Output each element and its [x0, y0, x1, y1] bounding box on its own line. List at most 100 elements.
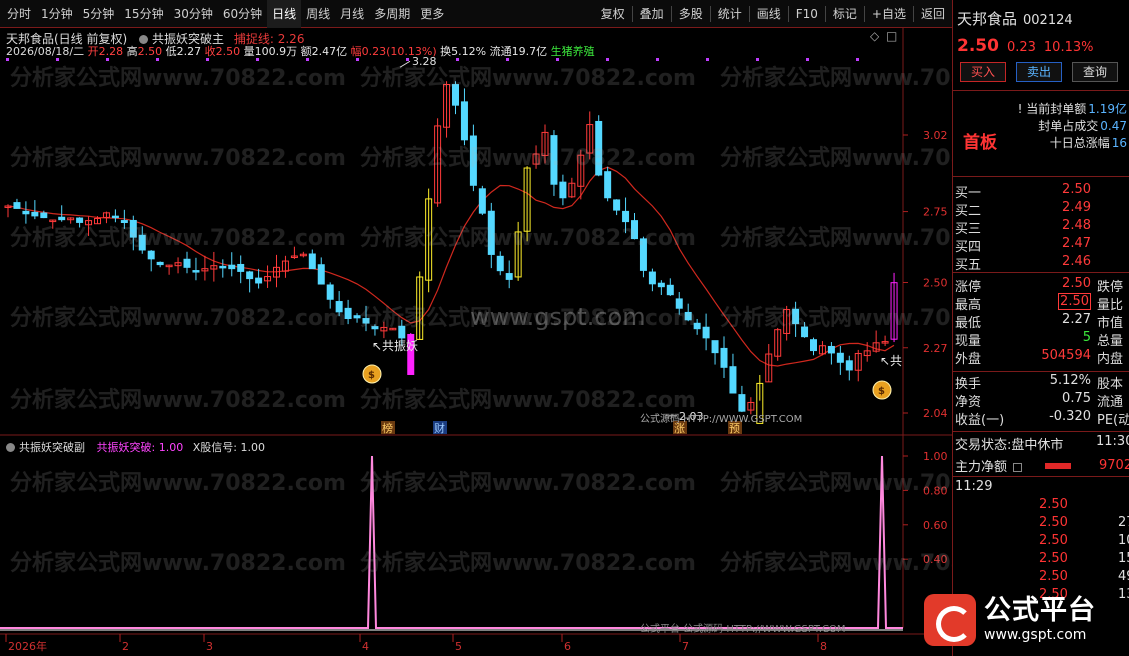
period-tab-2[interactable]: 5分钟 [78, 0, 120, 28]
top-dot [756, 58, 759, 61]
stat-value: 2.50 [1035, 293, 1091, 310]
candle-body [577, 154, 585, 187]
toolbar-separator [748, 6, 750, 22]
stat-label-right: 市值 [1097, 316, 1124, 331]
candle-body [138, 234, 146, 251]
stat-row: 最高 2.50 量比 [953, 293, 1129, 313]
candle-body [398, 325, 406, 339]
candle-body [255, 277, 263, 284]
panel-divider [953, 90, 1129, 91]
toolbar-action-1[interactable]: 叠加 [635, 0, 669, 28]
candle-body [693, 322, 701, 330]
stat-label: 涨停 [955, 280, 982, 295]
sub-chart-title[interactable]: 共振妖突破副 [19, 441, 85, 454]
candle-body [67, 217, 75, 221]
high-label: 高 [126, 45, 138, 58]
period-tab-3[interactable]: 15分钟 [119, 0, 168, 28]
bid-row: 买四 2.47 [953, 236, 1129, 255]
candle-body [31, 211, 39, 217]
buy-button[interactable]: 买入 [960, 62, 1006, 82]
maximize-icon: □ [886, 29, 897, 43]
sub-indicator-gear-icon[interactable] [6, 443, 15, 452]
candle-body [111, 215, 119, 219]
kline-chart[interactable]: 3.022.752.502.272.043.282.03↖共振妖↖共$$榜财涨预… [0, 28, 952, 656]
stat-value: 504594 [1041, 348, 1091, 363]
board-badge: 首板 [963, 133, 997, 153]
stock-name: 天邦食品 [957, 10, 1018, 28]
sub-axis-label: 0.40 [923, 553, 948, 566]
period-tab-0[interactable]: 分时 [2, 0, 36, 28]
candle-body [290, 255, 298, 259]
panel-divider [953, 176, 1129, 177]
turnover-value: 5.12% [451, 45, 487, 58]
bid-row: 买三 2.48 [953, 218, 1129, 237]
toolbar-action-2[interactable]: 多股 [674, 0, 708, 28]
seal-ratio-value: 0.47 [1100, 119, 1127, 133]
candle-body [675, 298, 683, 309]
candle-body [264, 276, 272, 282]
candle-body [201, 268, 209, 272]
list-icon[interactable] [1013, 463, 1023, 472]
candle-body [13, 202, 21, 209]
high-value: 2.50 [137, 45, 163, 58]
toolbar-action-7[interactable]: +自选 [867, 0, 911, 28]
period-tab-4[interactable]: 30分钟 [169, 0, 218, 28]
status-value: 盘中休市 [1011, 438, 1064, 453]
logo-url: www.gspt.com [984, 627, 1087, 643]
stat-value: 2.27 [1062, 312, 1091, 327]
candle-body [183, 258, 191, 268]
sub-line1-colon: : [151, 441, 159, 454]
candle-body [792, 308, 800, 325]
period-tab-7[interactable]: 周线 [301, 0, 335, 28]
toolbar-separator [863, 6, 865, 22]
status-label: 交易状态: [955, 438, 1012, 453]
candle-body [774, 329, 782, 357]
stat2-label: 净资 [955, 395, 982, 410]
candle-body [496, 255, 504, 272]
candle-body [425, 198, 433, 281]
time-axis-label: 5 [455, 640, 462, 653]
period-tab-9[interactable]: 多周期 [369, 0, 415, 28]
price-axis-label: 2.04 [923, 407, 948, 420]
toolbar-action-5[interactable]: F10 [791, 0, 823, 28]
candle-body [604, 171, 612, 199]
candle-body [586, 124, 594, 154]
stat-row: 最低 2.27 市值 [953, 312, 1129, 331]
collapse-icon: ◇ [870, 29, 880, 43]
amp-value: 0.23(10.13%) [361, 45, 437, 58]
toolbar-separator [912, 6, 914, 22]
toolbar-action-8[interactable]: 返回 [916, 0, 950, 28]
event-tag: 榜 [382, 421, 393, 435]
time-axis-label: 2026年 [8, 639, 47, 653]
tick-row: 2.50 15 [953, 551, 1129, 569]
sub-line2-value: 1.00 [240, 441, 265, 454]
tick-volume: 49 [1118, 569, 1129, 584]
sub-source-watermark: 公式平台 公式源码 HTTP://WWW.GSPT.COM [640, 622, 845, 635]
period-tab-8[interactable]: 月线 [335, 0, 369, 28]
candle-body [281, 260, 289, 272]
period-tab-1[interactable]: 1分钟 [36, 0, 78, 28]
period-tabs: 分时 1分钟 5分钟 15分钟 30分钟 60分钟 日线 周线 月线 多周期 更多 [0, 0, 449, 28]
query-button[interactable]: 查询 [1072, 62, 1118, 82]
price-axis-label: 2.75 [923, 206, 948, 219]
brand-logo: 公式平台 www.gspt.com [924, 590, 1120, 650]
candle-body [102, 212, 110, 218]
period-tab-6[interactable]: 日线 [267, 0, 302, 28]
bid-label: 买五 [955, 258, 982, 273]
seal-label: ! [1017, 102, 1027, 116]
stat-value: 2.50 [1062, 276, 1091, 291]
period-tab-10[interactable]: 更多 [415, 0, 449, 28]
time-axis-label: 6 [564, 640, 571, 653]
sector-tag[interactable]: 生猪养殖 [551, 45, 595, 58]
toolbar-action-4[interactable]: 画线 [752, 0, 786, 28]
candle-body [854, 352, 862, 371]
toolbar-action-0[interactable]: 复权 [596, 0, 630, 28]
toolbar-action-6[interactable]: 标记 [828, 0, 862, 28]
open-label: 开 [87, 45, 99, 58]
toolbar-action-3[interactable]: 统计 [713, 0, 747, 28]
sell-button[interactable]: 卖出 [1016, 62, 1062, 82]
price-axis-label: 2.50 [923, 277, 948, 290]
float-value: 19.7亿 [511, 45, 548, 58]
trade-buttons: 买入 卖出 查询 [960, 62, 1118, 82]
period-tab-5[interactable]: 60分钟 [218, 0, 267, 28]
